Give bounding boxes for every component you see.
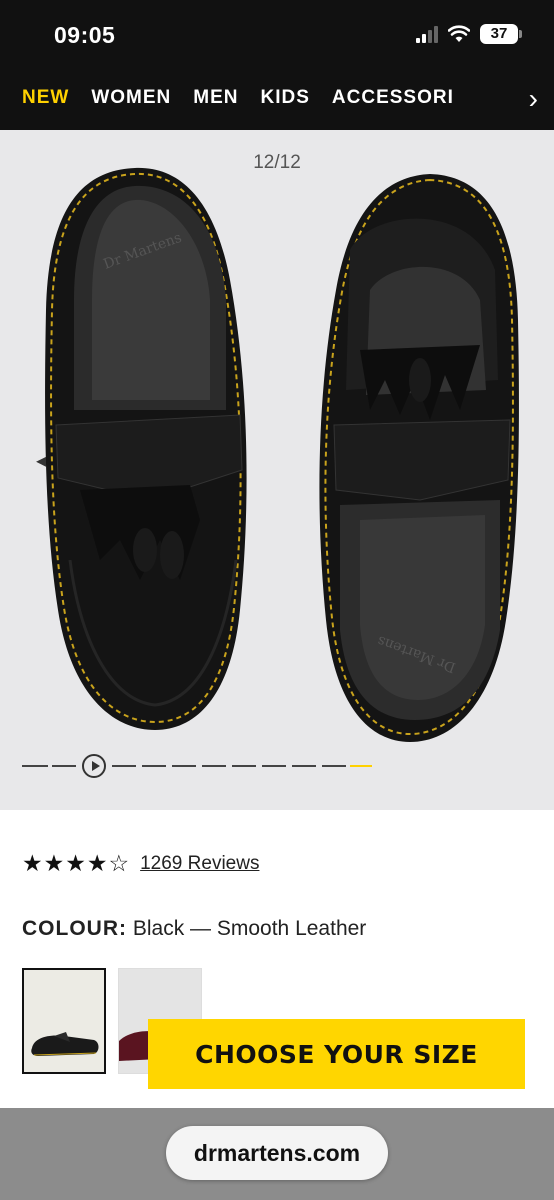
status-icons: 37: [416, 24, 522, 44]
progress-segment[interactable]: [112, 765, 136, 767]
choose-size-button[interactable]: CHOOSE YOUR SIZE: [148, 1019, 525, 1089]
progress-segment[interactable]: [142, 765, 166, 767]
nav-item-kids[interactable]: KIDS: [261, 87, 310, 117]
colour-value: Black — Smooth Leather: [132, 917, 367, 940]
nav-item-accessories[interactable]: ACCESSORI: [332, 87, 454, 117]
product-image-left-shoe: Dr Martens: [45, 167, 247, 730]
product-rating: ★★★★☆ 1269 Reviews: [22, 850, 259, 877]
progress-segment[interactable]: [52, 765, 76, 767]
gallery-progress[interactable]: [22, 754, 382, 778]
colour-swatch-black[interactable]: [22, 968, 106, 1074]
reviews-link[interactable]: 1269 Reviews: [140, 853, 259, 875]
category-nav: NEW WOMEN MEN KIDS ACCESSORI: [22, 87, 554, 117]
progress-segment[interactable]: [322, 765, 346, 767]
progress-segment[interactable]: [262, 765, 286, 767]
browser-bottom-bar: drmartens.com: [0, 1108, 554, 1200]
progress-segment[interactable]: [292, 765, 316, 767]
nav-item-women[interactable]: WOMEN: [91, 87, 171, 117]
nav-item-men[interactable]: MEN: [193, 87, 238, 117]
cellular-signal-icon: [416, 25, 438, 43]
nav-item-new[interactable]: NEW: [22, 87, 69, 117]
progress-segment-active[interactable]: [350, 765, 372, 767]
wifi-icon: [448, 25, 470, 42]
url-bar[interactable]: drmartens.com: [166, 1126, 388, 1180]
colour-info: COLOUR: Black — Smooth Leather: [22, 917, 366, 941]
progress-segment[interactable]: [172, 765, 196, 767]
progress-segment[interactable]: [22, 765, 48, 767]
status-time: 09:05: [54, 22, 116, 48]
battery-icon: 37: [480, 24, 522, 44]
progress-segment[interactable]: [202, 765, 226, 767]
nav-fade: [494, 80, 554, 120]
top-header: 09:05 37 NEW WOMEN MEN KIDS ACCESSORI ›: [0, 0, 554, 130]
progress-segment[interactable]: [232, 765, 256, 767]
colour-label: COLOUR:: [22, 917, 127, 940]
swatch-shoe-image: [31, 1032, 99, 1056]
product-image-right-shoe: Dr Martens: [319, 174, 519, 742]
product-image-gallery[interactable]: 12/12 Dr Martens Dr Martens ◂: [0, 130, 554, 810]
chevron-left-icon[interactable]: ◂: [36, 448, 46, 473]
star-rating-icon: ★★★★☆: [22, 850, 131, 876]
play-icon[interactable]: [82, 754, 106, 778]
chevron-right-icon[interactable]: ›: [529, 83, 538, 115]
